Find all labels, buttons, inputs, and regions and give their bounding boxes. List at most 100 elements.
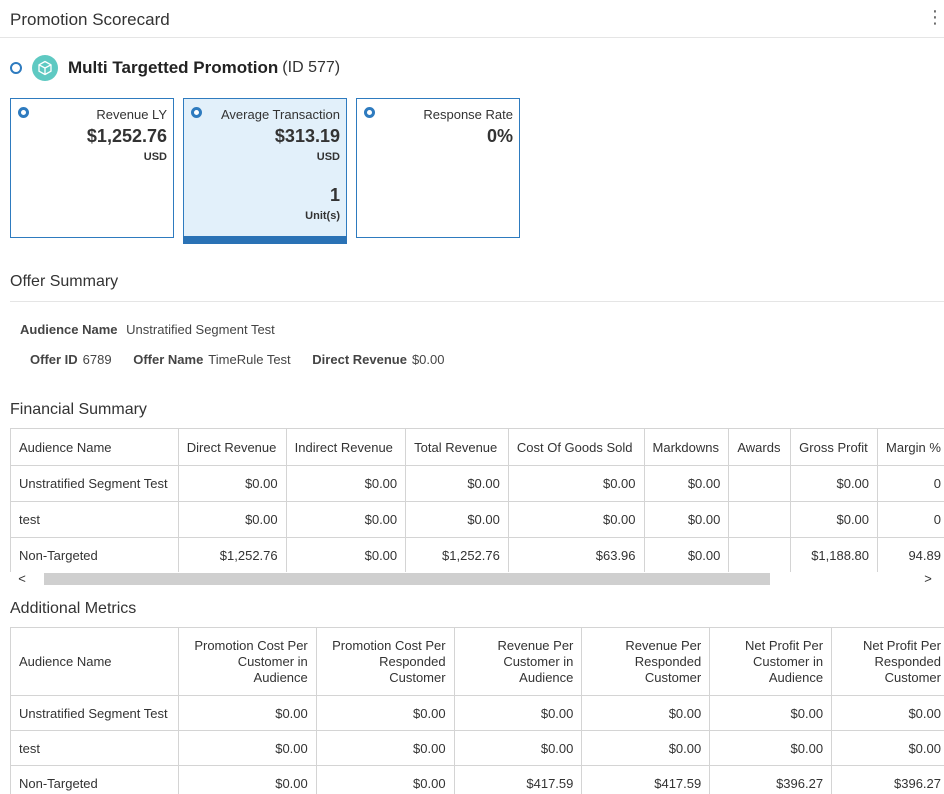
column-header[interactable]: Audience Name bbox=[10, 627, 179, 696]
metric-label: Average Transaction bbox=[221, 107, 340, 122]
table-cell: $0.00 bbox=[709, 695, 833, 731]
table-row[interactable]: test $0.00 $0.00 $0.00 $0.00 $0.00 $0.00 bbox=[10, 730, 944, 766]
metric-value: $313.19 bbox=[274, 126, 340, 146]
metric-label: Revenue LY bbox=[96, 107, 167, 122]
table-cell: Unstratified Segment Test bbox=[10, 465, 179, 502]
table-cell: 0 bbox=[877, 501, 944, 538]
column-header[interactable]: Indirect Revenue bbox=[285, 428, 407, 466]
table-cell: Unstratified Segment Test bbox=[10, 695, 179, 731]
table-cell: $0.00 bbox=[405, 501, 509, 538]
radio-icon[interactable] bbox=[364, 107, 375, 118]
selected-indicator bbox=[183, 236, 347, 244]
column-header[interactable]: Revenue Per Responded Customer bbox=[581, 627, 711, 696]
scroll-right-arrow-icon[interactable]: > bbox=[916, 572, 940, 586]
column-header[interactable]: Cost Of Goods Sold bbox=[507, 428, 645, 466]
table-cell: $0.00 bbox=[177, 465, 287, 502]
table-cell bbox=[728, 501, 792, 538]
table-cell: $63.96 bbox=[507, 537, 645, 574]
radio-icon[interactable] bbox=[18, 107, 29, 118]
table-cell: $417.59 bbox=[453, 765, 583, 794]
promotion-name: Multi Targetted Promotion bbox=[68, 58, 279, 77]
offer-id-label: Offer ID bbox=[30, 352, 78, 367]
offer-name-value: TimeRule Test bbox=[208, 352, 291, 367]
table-row[interactable]: Non-Targeted $1,252.76 $0.00 $1,252.76 $… bbox=[10, 537, 944, 574]
offer-summary-title: Offer Summary bbox=[10, 273, 119, 290]
table-header-row: Audience Name Direct Revenue Indirect Re… bbox=[10, 428, 944, 466]
more-options-icon[interactable]: ⋮ bbox=[926, 8, 944, 26]
column-header[interactable]: Awards bbox=[728, 428, 792, 466]
table-row[interactable]: Non-Targeted $0.00 $0.00 $417.59 $417.59… bbox=[10, 765, 944, 794]
table-cell: Non-Targeted bbox=[10, 765, 179, 794]
column-header[interactable]: Audience Name bbox=[10, 428, 179, 466]
metric-unit: USD bbox=[143, 151, 167, 163]
column-header[interactable]: Direct Revenue bbox=[177, 428, 287, 466]
offer-name-label: Offer Name bbox=[133, 352, 204, 367]
table-cell: $0.00 bbox=[177, 730, 317, 766]
table-cell: $0.00 bbox=[831, 695, 944, 731]
table-cell: $0.00 bbox=[790, 465, 879, 502]
table-cell: $0.00 bbox=[315, 730, 455, 766]
table-cell: $0.00 bbox=[405, 465, 509, 502]
page-header: Promotion Scorecard ⋮ bbox=[0, 0, 944, 38]
metric-tile-revenue-ly[interactable]: Revenue LY $1,252.76 USD bbox=[10, 98, 174, 238]
metric-tile-average-transaction[interactable]: Average Transaction $313.19 USD 1 Unit(s… bbox=[183, 98, 347, 244]
table-cell: $0.00 bbox=[177, 765, 317, 794]
column-header[interactable]: Margin % bbox=[877, 428, 944, 466]
table-cell: test bbox=[10, 501, 179, 538]
audience-name-field: Audience Name Unstratified Segment Test bbox=[20, 322, 275, 337]
table-row[interactable]: Unstratified Segment Test $0.00 $0.00 $0… bbox=[10, 695, 944, 731]
metric-count-unit: Unit(s) bbox=[305, 210, 340, 222]
table-cell: 94.89 bbox=[877, 537, 944, 574]
table-cell: $0.00 bbox=[285, 465, 407, 502]
table-cell: $1,252.76 bbox=[405, 537, 509, 574]
column-header[interactable]: Net Profit Per Customer in Audience bbox=[709, 627, 833, 696]
metric-value: 0% bbox=[486, 126, 513, 146]
table-header-row: Audience Name Promotion Cost Per Custome… bbox=[10, 627, 944, 696]
metric-value: $1,252.76 bbox=[86, 126, 167, 146]
table-cell: 0 bbox=[877, 465, 944, 502]
column-header[interactable]: Promotion Cost Per Responded Customer bbox=[315, 627, 455, 696]
table-cell: $396.27 bbox=[831, 765, 944, 794]
table-cell: $0.00 bbox=[581, 695, 711, 731]
audience-name-label: Audience Name bbox=[20, 322, 118, 337]
horizontal-scrollbar[interactable]: < > bbox=[10, 572, 944, 586]
table-cell: $0.00 bbox=[453, 730, 583, 766]
page-title: Promotion Scorecard bbox=[10, 10, 170, 29]
offer-id-value: 6789 bbox=[82, 352, 112, 367]
table-cell: $1,252.76 bbox=[177, 537, 287, 574]
table-cell: $0.00 bbox=[285, 537, 407, 574]
table-cell: $417.59 bbox=[581, 765, 711, 794]
table-cell: $0.00 bbox=[315, 765, 455, 794]
metric-unit: USD bbox=[316, 151, 340, 163]
table-cell: test bbox=[10, 730, 179, 766]
table-cell: Non-Targeted bbox=[10, 537, 179, 574]
table-cell: $0.00 bbox=[709, 730, 833, 766]
column-header[interactable]: Markdowns bbox=[643, 428, 730, 466]
offer-details: Offer ID 6789 Offer Name TimeRule Test Dir… bbox=[30, 352, 463, 367]
column-header[interactable]: Total Revenue bbox=[405, 428, 509, 466]
table-cell bbox=[728, 537, 792, 574]
table-cell: $0.00 bbox=[315, 695, 455, 731]
column-header[interactable]: Gross Profit bbox=[790, 428, 879, 466]
table-cell: $0.00 bbox=[453, 695, 583, 731]
table-cell: $0.00 bbox=[285, 501, 407, 538]
column-header[interactable]: Net Profit Per Responded Customer bbox=[831, 627, 944, 696]
table-row[interactable]: Unstratified Segment Test $0.00 $0.00 $0… bbox=[10, 465, 944, 502]
scroll-left-arrow-icon[interactable]: < bbox=[10, 572, 34, 586]
table-cell: $0.00 bbox=[177, 501, 287, 538]
metric-tile-response-rate[interactable]: Response Rate 0% bbox=[356, 98, 520, 238]
table-cell: $0.00 bbox=[643, 465, 730, 502]
radio-icon[interactable] bbox=[10, 62, 22, 74]
table-row[interactable]: test $0.00 $0.00 $0.00 $0.00 $0.00 $0.00… bbox=[10, 501, 944, 538]
radio-icon[interactable] bbox=[191, 107, 202, 118]
metric-label: Response Rate bbox=[423, 107, 513, 122]
scrollbar-thumb[interactable] bbox=[44, 573, 770, 585]
table-cell: $0.00 bbox=[643, 537, 730, 574]
column-header[interactable]: Promotion Cost Per Customer in Audience bbox=[177, 627, 317, 696]
table-cell: $0.00 bbox=[831, 730, 944, 766]
column-header[interactable]: Revenue Per Customer in Audience bbox=[453, 627, 583, 696]
table-cell: $0.00 bbox=[507, 501, 645, 538]
promotion-heading: Multi Targetted Promotion (ID 577) bbox=[10, 55, 340, 81]
table-cell bbox=[728, 465, 792, 502]
table-cell: $0.00 bbox=[643, 501, 730, 538]
